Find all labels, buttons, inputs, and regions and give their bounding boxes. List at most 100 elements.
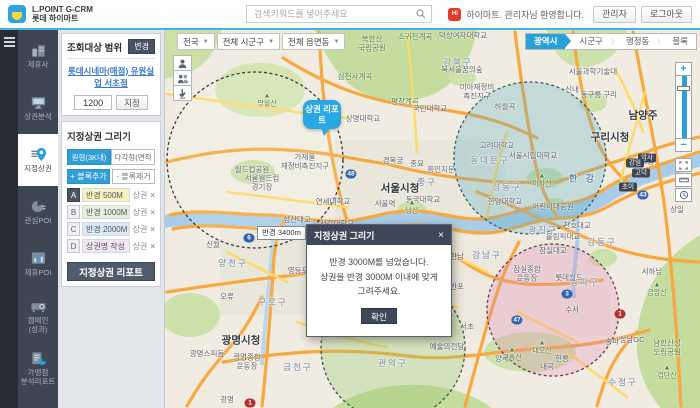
sidebar-item-campaign[interactable]: 캠페인 (성과) <box>18 290 58 342</box>
modal-title: 지정상권 그리기 <box>314 230 375 241</box>
block-suffix-label: 상권 <box>132 207 148 217</box>
trade-area-circle[interactable] <box>166 71 344 249</box>
sidebar-item-label: 제휴사 <box>27 60 49 70</box>
building-icon <box>30 42 47 59</box>
block-delete-icon[interactable]: × <box>150 242 155 251</box>
report-icon <box>30 350 47 367</box>
draw-trade-area-card: 지정상권 그리기 원형(3K내) 다각형(면적내) + 블록추가 - 블록제거 … <box>61 121 161 287</box>
fullscreen-icon[interactable] <box>675 158 692 172</box>
sidebar-item-label: 관심POI <box>24 216 52 226</box>
radius-input[interactable] <box>74 95 113 110</box>
radius-measure-tag: 반경 3400m <box>257 226 306 240</box>
level-metro-button[interactable]: 광역시 <box>525 34 572 49</box>
block-row-D: D 상권명 작성 상권 × <box>67 239 155 253</box>
chevron-down-icon: ▼ <box>333 38 340 45</box>
sidebar-item-interest-poi[interactable]: 관심POI <box>18 186 58 238</box>
sidebar-item-trade-analysis[interactable]: 상권분석 <box>18 82 58 134</box>
block-row-A: A 반경 500M 상권 × <box>67 188 155 202</box>
draw-card-title: 지정상권 그리기 <box>67 132 131 143</box>
left-panel: 조회대상 범위 변경 롯데시네마(매점) 유원실업 서초점 지정 지정상권 그리… <box>58 30 165 408</box>
map-view-buttons <box>675 158 692 203</box>
admin-button[interactable]: 관리자 <box>593 5 636 23</box>
tab-polygon-mode[interactable]: 다각형(면적내) <box>111 149 155 177</box>
block-delete-icon[interactable]: × <box>150 225 155 234</box>
himart-logo-icon: Hi <box>448 7 462 21</box>
hand-draw-icon[interactable] <box>173 85 192 101</box>
block-name-field[interactable]: 상권명 작성 <box>82 239 130 253</box>
bar-chart-icon <box>30 250 47 267</box>
monitor-icon <box>30 94 47 111</box>
trade-area-report-balloon[interactable]: 상권 리포트 <box>303 100 341 136</box>
welcome-message: 하이마트. 관리자님 환영합니다. <box>466 9 585 20</box>
history-icon[interactable] <box>675 188 692 202</box>
map-canvas[interactable]: 강북구 동대문구 성동구 광진구 강동구 송파구 강남구 중구 양천구 구로구 금천구 관악구 수정구 서… <box>165 30 700 408</box>
map-base-art <box>165 30 700 408</box>
level-dong-button[interactable]: 행정동 <box>618 34 657 49</box>
selected-store-link[interactable]: 롯데시네마(매점) 유원실업 서초점 <box>67 65 155 89</box>
map-level-breadcrumb: 광역시 시군구 〉 행정동 〉 블록 <box>524 33 697 50</box>
lpoint-logo-icon <box>8 5 26 23</box>
level-sigungu-button[interactable]: 시군구 <box>571 34 610 49</box>
trade-area-circle[interactable] <box>486 243 620 377</box>
assign-radius-button[interactable]: 지정 <box>116 95 148 110</box>
zoom-control: + − <box>675 62 692 152</box>
chevron-right-icon: 〉 <box>657 38 665 46</box>
chevron-down-icon: ▼ <box>268 38 275 45</box>
close-icon[interactable]: × <box>438 230 444 241</box>
menu-toggle-icon[interactable] <box>3 37 15 47</box>
block-name-field[interactable]: 반경 2000M <box>82 222 130 236</box>
block-list: A 반경 500M 상권 × B 반경 1000M 상권 × C 반경 2000M 상권 × D 상권명 … <box>67 188 155 253</box>
block-row-B: B 반경 1000M 상권 × <box>67 205 155 219</box>
search-icon[interactable] <box>416 9 426 19</box>
app-window: L.POINT G-CRM 롯데 하이마트 Hi 하이마트. 관리자님 환영합니… <box>0 0 700 408</box>
ruler-icon[interactable] <box>675 173 692 187</box>
block-name-field[interactable]: 반경 500M <box>82 188 130 202</box>
sidebar-item-partner-poi[interactable]: 제휴POI <box>18 238 58 290</box>
tab-circle-mode[interactable]: 원형(3K내) <box>67 149 111 165</box>
block-key-badge[interactable]: C <box>67 222 80 236</box>
people-icon[interactable] <box>173 70 192 86</box>
add-block-button[interactable]: + 블록추가 <box>67 169 110 184</box>
filter-eupmyeondong-dropdown[interactable]: 전체 읍면동 ▼ <box>282 33 346 50</box>
modal-message-line: 반경 3000M를 넘었습니다. <box>329 257 429 267</box>
modal-message-line: 상권을 반경 3000M 이내에 맞게 <box>320 271 438 282</box>
query-target-card: 조회대상 범위 변경 롯데시네마(매점) 유원실업 서초점 지정 <box>61 33 161 116</box>
filter-nation-dropdown[interactable]: 전국 ▼ <box>177 33 215 50</box>
zoom-in-button[interactable]: + <box>675 62 692 76</box>
projector-icon <box>30 298 47 315</box>
sidebar-item-custom-trade-area[interactable]: 지정상권 <box>18 134 58 186</box>
change-target-button[interactable]: 변경 <box>128 39 155 54</box>
sidebar-item-store-report[interactable]: 가맹점 분석리포트 <box>18 342 58 394</box>
zoom-slider[interactable] <box>675 76 692 138</box>
block-delete-icon[interactable]: × <box>150 208 155 217</box>
zoom-out-button[interactable]: − <box>675 138 692 152</box>
block-delete-icon[interactable]: × <box>150 191 155 200</box>
locate-user-icon[interactable] <box>173 55 192 71</box>
level-block-button[interactable]: 블록 <box>664 34 696 49</box>
map-pin-icon <box>30 146 47 163</box>
sidebar-item-partners[interactable]: 제휴사 <box>18 30 58 82</box>
remove-block-button[interactable]: - 블록제거 <box>112 169 155 184</box>
sidebar-item-label: 가맹점 분석리포트 <box>20 368 56 386</box>
search-input[interactable] <box>252 8 416 20</box>
logout-button[interactable]: 로그아웃 <box>640 5 692 23</box>
filter-sigungu-dropdown[interactable]: 전체 시군구 ▼ <box>216 33 281 50</box>
block-suffix-label: 상권 <box>132 241 148 251</box>
brand-title: L.POINT G-CRM 롯데 하이마트 <box>32 5 93 23</box>
block-key-badge[interactable]: D <box>67 239 80 253</box>
global-search <box>246 5 432 23</box>
zoom-slider-handle[interactable] <box>677 86 690 91</box>
brand-logo[interactable]: L.POINT G-CRM 롯데 하이마트 <box>8 5 158 23</box>
block-key-badge[interactable]: B <box>67 205 80 219</box>
sidebar-rail <box>0 30 18 408</box>
block-key-badge[interactable]: A <box>67 188 80 202</box>
confirm-button[interactable]: 확인 <box>361 307 397 324</box>
block-name-field[interactable]: 반경 1000M <box>82 205 130 219</box>
trade-area-report-button[interactable]: 지정상권 리포트 <box>67 262 155 281</box>
trade-area-circle[interactable] <box>453 81 607 235</box>
chevron-down-icon: ▼ <box>202 38 209 45</box>
pie-chart-icon <box>30 198 47 215</box>
sidebar-item-label: 캠페인 (성과) <box>27 316 49 334</box>
sidebar-menu: 제휴사상권분석지정상권관심POI 제휴POI 캠페인 (성과) 가맹점 분석리포트 <box>18 30 58 408</box>
sidebar-item-label: 지정상권 <box>24 164 52 174</box>
